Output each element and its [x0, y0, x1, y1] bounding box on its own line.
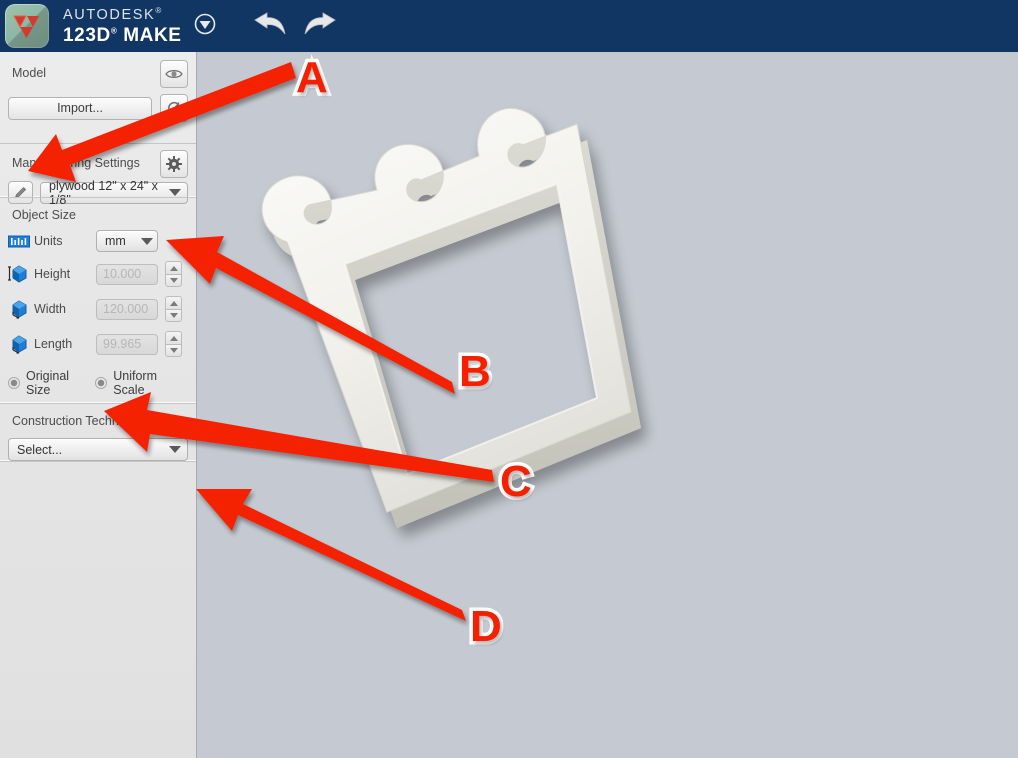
annotation-arrow-c: [104, 392, 494, 482]
app-window: AUTODESK® 123D® MAKE Model Import... Man…: [0, 0, 1018, 758]
annotation-arrow-b: [166, 236, 455, 394]
annotation-arrow-d: [196, 489, 466, 621]
annotation-overlay: [28, 62, 494, 621]
annotation-arrow-a: [28, 62, 296, 182]
